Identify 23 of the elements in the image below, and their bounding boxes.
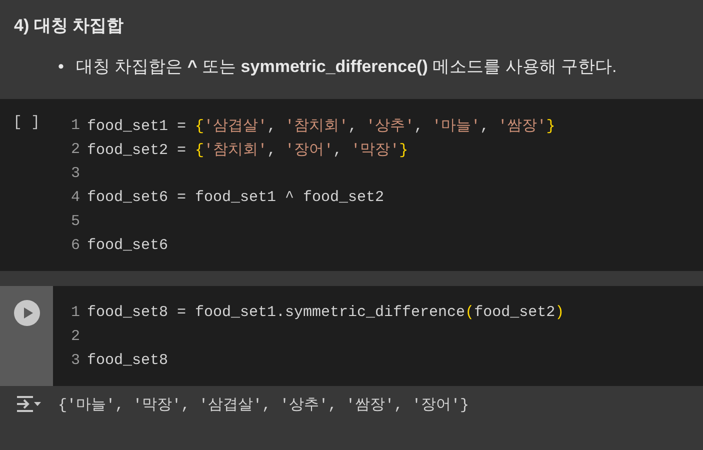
line-number: 2 [71, 140, 82, 158]
code-line: food_set6 [87, 236, 168, 254]
output-toggle-icon[interactable] [16, 395, 42, 413]
bullet-text: 대칭 차집합은 ^ 또는 symmetric_difference() 메소드를 사용해 구한다. [76, 56, 617, 78]
line-number: 1 [71, 116, 82, 134]
code-line: food_set6 = food_set1 ^ food_set2 [87, 188, 384, 206]
code-line: food_set1 = {'삼겹살', '참치회', '상추', '마늘', '쌈장'} [87, 116, 556, 134]
line-number: 4 [71, 188, 82, 206]
run-icon[interactable] [14, 300, 40, 326]
code-line: food_set2 = {'참치회', '장어', '막장'} [87, 140, 408, 158]
line-number: 1 [71, 304, 82, 320]
code-line: food_set8 = food_set1.symmetric_difference(food_set2) [87, 304, 564, 320]
line-number: 5 [71, 212, 82, 230]
line-number: 3 [71, 352, 82, 368]
section-heading: 4) 대칭 차집합 [14, 15, 124, 37]
bullet-marker: • [58, 56, 64, 78]
output-text: {'마늘', '막장', '삼겹살', '상추', '쌈장', '장어'} [58, 396, 470, 414]
run-prompt[interactable]: [ ] [12, 114, 40, 131]
code-line: food_set8 [87, 352, 168, 368]
line-number: 6 [71, 236, 82, 254]
line-number: 3 [71, 164, 82, 182]
code-editor[interactable]: 1 food_set1 = {'삼겹살', '참치회', '상추', '마늘', '쌈장'} 2 food_set2 = {'참치회', '장어', '막장'} 3 4 food_set6 = food_set1 ^ food_set2 5 6 food_set6 [53, 99, 703, 271]
line-number: 2 [71, 328, 82, 344]
